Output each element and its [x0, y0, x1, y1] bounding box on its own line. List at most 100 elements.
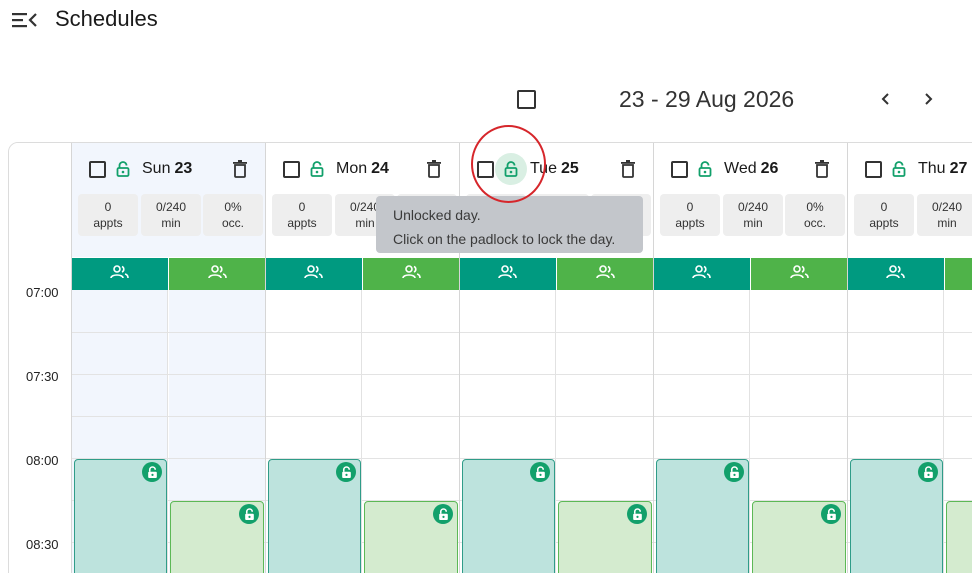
resource-header[interactable]: [460, 258, 556, 290]
grid-line: [460, 416, 653, 417]
lock-open-icon[interactable]: [888, 158, 910, 180]
lock-icon[interactable]: [239, 504, 259, 524]
stat-value: 0: [880, 200, 888, 214]
page-title: Schedules: [55, 6, 158, 31]
day-grid[interactable]: [654, 290, 847, 573]
people-icon: [304, 264, 324, 284]
day-header: Thu270appts0/240min0%occ.: [848, 143, 972, 257]
schedule-block[interactable]: [74, 459, 167, 573]
grid-line: [266, 374, 459, 375]
lock-open-icon[interactable]: [306, 158, 328, 180]
resource-header[interactable]: [363, 258, 460, 290]
day-grid[interactable]: [72, 290, 266, 573]
resource-header[interactable]: [557, 258, 654, 290]
trash-icon[interactable]: [232, 160, 248, 178]
resource-header[interactable]: [751, 258, 848, 290]
lock-icon[interactable]: [918, 462, 938, 482]
stat-value: 0: [686, 200, 694, 214]
grid-line: [848, 416, 972, 417]
trash-icon[interactable]: [620, 160, 636, 178]
select-week-checkbox[interactable]: [517, 90, 536, 109]
day-grid[interactable]: [460, 290, 653, 573]
lock-open-icon[interactable]: [112, 158, 134, 180]
day-label: Sun 23: [142, 160, 192, 178]
lock-icon[interactable]: [530, 462, 550, 482]
stat-label: min: [161, 216, 181, 230]
lock-icon[interactable]: [724, 462, 744, 482]
people-icon: [207, 264, 228, 284]
trash-icon[interactable]: [814, 160, 830, 178]
lock-open-icon[interactable]: [694, 158, 716, 180]
people-icon: [498, 264, 518, 284]
day-header: Sun 23 0 appts 0/240 min 0% occ.: [72, 143, 265, 257]
schedule-block[interactable]: [364, 501, 458, 573]
stat-value: 0: [104, 200, 112, 214]
day-number: 24: [371, 160, 389, 177]
stat-label: appts: [287, 216, 317, 230]
occupancy-stat: 0% occ.: [203, 194, 263, 236]
day-grid[interactable]: [848, 290, 972, 573]
select-day-checkbox[interactable]: [283, 161, 300, 178]
time-label: 07:30: [26, 369, 59, 384]
day-name: Sun: [142, 160, 171, 177]
stat-value: 0: [298, 200, 306, 214]
grid-line: [654, 416, 847, 417]
lock-tooltip: Unlocked day. Click on the padlock to lo…: [376, 196, 643, 253]
chevron-left-icon[interactable]: [875, 88, 897, 110]
select-day-checkbox[interactable]: [89, 161, 106, 178]
grid-line: [266, 332, 459, 333]
day-name: Wed: [724, 160, 757, 177]
resource-header[interactable]: [945, 258, 972, 290]
stat-label: min: [937, 216, 957, 230]
grid-line: [72, 374, 265, 375]
people-icon: [595, 264, 616, 284]
chevron-right-icon[interactable]: [917, 88, 939, 110]
resource-header[interactable]: [848, 258, 944, 290]
lock-icon[interactable]: [821, 504, 841, 524]
annotation-circle: [471, 125, 546, 203]
menu-collapse-icon[interactable]: [12, 10, 38, 30]
stat-label: appts: [675, 216, 705, 230]
grid-line: [460, 374, 653, 375]
schedule-block[interactable]: [170, 501, 264, 573]
stat-value: 0%: [224, 200, 242, 214]
schedule-block[interactable]: [656, 459, 749, 573]
schedule-block[interactable]: [752, 501, 846, 573]
minutes-stat: 0/240 min: [917, 194, 972, 236]
select-day-checkbox[interactable]: [671, 161, 688, 178]
grid-line: [654, 332, 847, 333]
resource-header[interactable]: [72, 258, 168, 290]
lock-icon[interactable]: [627, 504, 647, 524]
grid-line: [848, 332, 972, 333]
day-column: Wed 26 0 appts 0/240 min 0% occ.: [653, 143, 848, 573]
day-column: Sun 23 0 appts 0/240 min 0% occ.: [71, 143, 266, 573]
select-day-checkbox[interactable]: [865, 161, 882, 178]
schedule-block[interactable]: [850, 459, 943, 573]
day-name: Mon: [336, 160, 368, 177]
schedule-block[interactable]: [268, 459, 361, 573]
lock-icon[interactable]: [336, 462, 356, 482]
day-grid[interactable]: [266, 290, 459, 573]
stat-value: 0%: [806, 200, 824, 214]
appointments-stat: 0 appts: [78, 194, 138, 236]
day-number: 25: [560, 160, 579, 177]
tooltip-line1: Unlocked day.: [393, 207, 481, 223]
resource-header[interactable]: [266, 258, 362, 290]
day-label: Wed 26: [724, 160, 778, 178]
schedule-block[interactable]: [558, 501, 652, 573]
stat-label: appts: [869, 216, 899, 230]
resource-header[interactable]: [169, 258, 266, 290]
trash-icon[interactable]: [426, 160, 442, 178]
appointments-stat: 0 appts: [272, 194, 332, 236]
resource-header[interactable]: [654, 258, 750, 290]
lock-icon[interactable]: [142, 462, 162, 482]
people-icon: [401, 264, 422, 284]
grid-line: [72, 332, 265, 333]
day-number: 26: [760, 160, 779, 177]
day-name: Thu: [918, 160, 946, 177]
stat-label: min: [743, 216, 763, 230]
stat-value: 0/240: [737, 200, 769, 214]
schedule-block[interactable]: [946, 501, 972, 573]
lock-icon[interactable]: [433, 504, 453, 524]
schedule-block[interactable]: [462, 459, 555, 573]
